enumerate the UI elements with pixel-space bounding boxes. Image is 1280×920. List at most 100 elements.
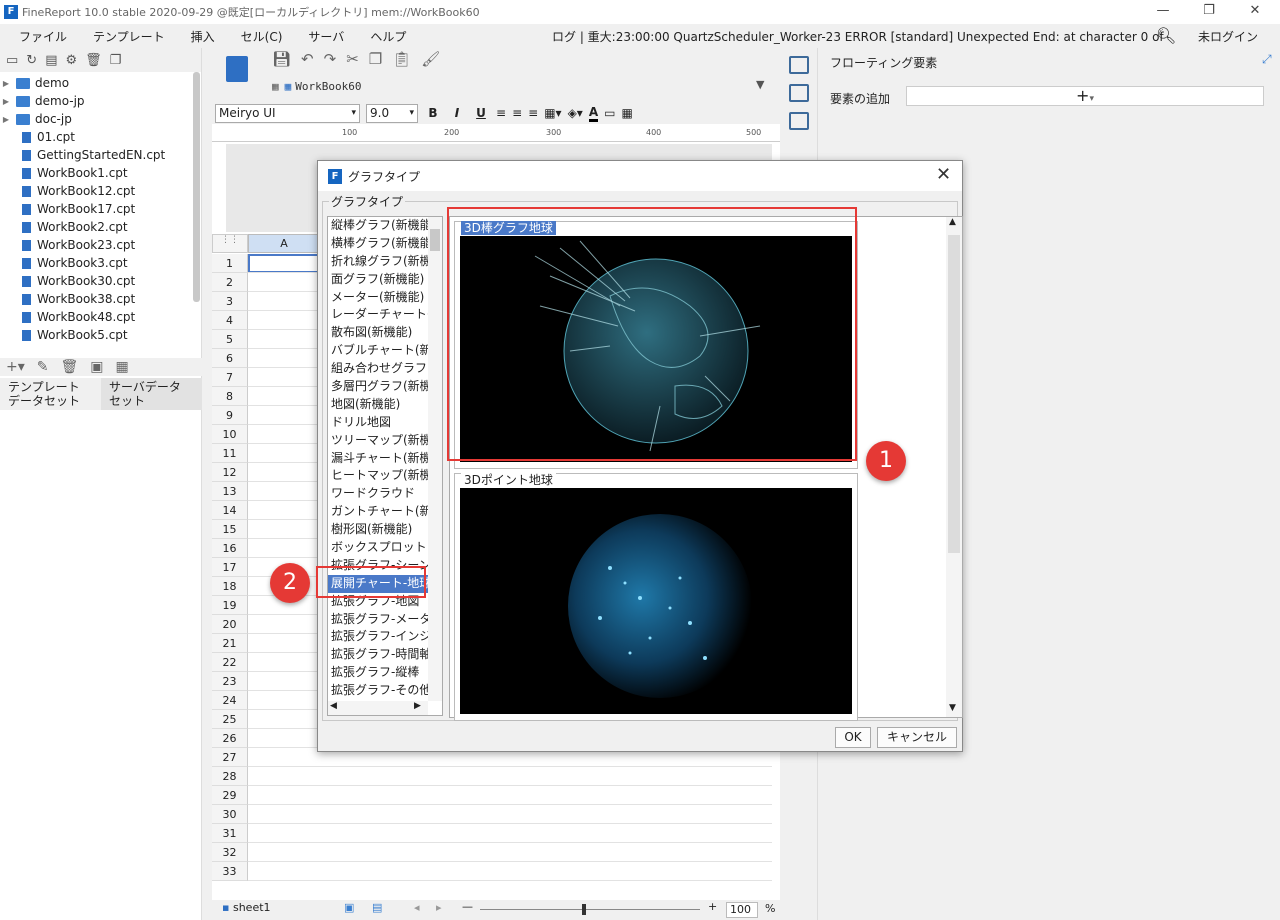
chart-type-item[interactable]: 拡張グラフ-インジケーター [328,628,428,646]
zoom-input[interactable]: 100 [726,902,758,918]
chart-type-item[interactable]: ツリーマップ(新機能) [328,432,428,450]
row-header[interactable]: 12 [212,463,248,482]
add-dataset-icon[interactable]: +▾ [6,359,25,375]
row-header[interactable]: 11 [212,444,248,463]
chart-type-item[interactable]: ヒートマップ(新機能) [328,467,428,485]
row-header[interactable]: 28 [212,767,248,786]
chart-type-item[interactable]: 拡張グラフ-時間軸 [328,646,428,664]
next-sheet-icon[interactable]: ▸ [436,901,442,914]
cell-attribute-icon[interactable] [788,56,809,74]
expand-arrow-icon[interactable]: ▶ [0,115,12,124]
tab-template-dataset[interactable]: テンプレート データセット [0,378,101,410]
row-header[interactable]: 26 [212,729,248,748]
fill-color-icon[interactable]: ◈▾ [568,106,583,120]
row-header[interactable]: 2 [212,273,248,292]
font-color-icon[interactable]: A [588,105,599,122]
row-header[interactable]: 29 [212,786,248,805]
tree-file[interactable]: WorkBook17.cpt [0,200,201,218]
tab-menu-icon[interactable]: ▼ [756,78,764,91]
zoom-slider-thumb[interactable] [582,904,586,915]
tree-file[interactable]: WorkBook30.cpt [0,272,201,290]
font-size-select[interactable]: 9.0 ▾ [366,103,418,123]
tree-file[interactable]: WorkBook48.cpt [0,308,201,326]
floating-element-icon[interactable] [788,112,809,130]
chart-type-item[interactable]: 縦棒グラフ(新機能) [328,217,428,235]
scroll-down-icon[interactable]: ▼ [949,703,956,713]
refresh-icon[interactable]: ↻ [26,53,37,68]
ok-button[interactable]: OK [835,727,871,748]
minimize-button[interactable]: — [1140,0,1186,24]
row-header[interactable]: 10 [212,425,248,444]
row-header[interactable]: 7 [212,368,248,387]
row-header[interactable]: 1 [212,254,248,273]
workbook-tab[interactable]: ▦ ▦ WorkBook60 [272,74,361,98]
italic-button[interactable]: I [448,106,466,120]
zoom-out-icon[interactable]: — [462,900,473,913]
chart-type-item[interactable]: 横棒グラフ(新機能) [328,235,428,253]
border-icon[interactable]: ▦▾ [544,106,561,120]
row-header[interactable]: 20 [212,615,248,634]
row-header[interactable]: 21 [212,634,248,653]
row-header[interactable]: 3 [212,292,248,311]
menu-help[interactable]: ヘルプ [357,28,419,45]
bold-button[interactable]: B [424,106,442,120]
pin-icon[interactable]: ⤢ [1262,52,1272,67]
list-scrollbar-thumb[interactable] [430,229,440,251]
chart-type-item[interactable]: バブルチャート(新機能) [328,342,428,360]
expand-arrow-icon[interactable]: ▶ [0,97,12,106]
edit-icon[interactable]: ✎ [37,359,49,375]
tree-file[interactable]: WorkBook3.cpt [0,254,201,272]
row-header[interactable]: 30 [212,805,248,824]
undo-icon[interactable]: ↶ [301,50,314,68]
preview-scrollbar[interactable]: ▲ ▼ [946,217,962,717]
row-header[interactable]: 19 [212,596,248,615]
align-right-icon[interactable]: ≡ [528,106,538,120]
delete-dataset-icon[interactable]: 🗑︎ [61,359,79,375]
chart-type-item[interactable]: 散布図(新機能) [328,324,428,342]
row-header[interactable]: 16 [212,539,248,558]
tree-file[interactable]: WorkBook5.cpt [0,326,201,344]
tree-folder[interactable]: ▶ demo [0,74,201,92]
copy-toolbar-icon[interactable]: ❐ [369,50,382,68]
row-header[interactable]: 9 [212,406,248,425]
row-header[interactable]: 15 [212,520,248,539]
chart-type-item[interactable]: 多層円グラフ(新機能) [328,378,428,396]
chart-type-item[interactable]: 拡張グラフ-縦棒 [328,664,428,682]
column-header-a[interactable]: A [248,234,320,253]
zoom-slider[interactable] [480,909,700,910]
tree-file[interactable]: WorkBook2.cpt [0,218,201,236]
selected-cell[interactable] [248,254,320,273]
menu-server[interactable]: サーバ [295,28,357,45]
chart-type-item[interactable]: ガントチャート(新機能) [328,503,428,521]
chart-type-item[interactable]: 折れ線グラフ(新機能) [328,253,428,271]
row-header[interactable]: 4 [212,311,248,330]
row-header[interactable]: 31 [212,824,248,843]
row-header[interactable]: 18 [212,577,248,596]
tree-file[interactable]: WorkBook38.cpt [0,290,201,308]
copy-icon[interactable]: ❐ [110,53,122,68]
split-icon[interactable]: ▦ [621,106,632,120]
underline-button[interactable]: U [472,106,490,120]
chart-type-item[interactable]: ボックスプロット [328,539,428,557]
scroll-left-icon[interactable]: ◀ [330,701,337,711]
search-icon[interactable]: 🔍︎ [1156,26,1176,45]
chart-type-item[interactable]: 拡張グラフ-その他 [328,682,428,700]
dataset-settings-icon[interactable]: ▦ [116,359,129,375]
close-icon[interactable]: ✕ [936,164,951,185]
open-icon[interactable]: ▤ [45,53,57,68]
tree-file[interactable]: WorkBook12.cpt [0,182,201,200]
preview-card[interactable]: 3Dポイント地球 [454,473,858,721]
cancel-button[interactable]: キャンセル [877,727,957,748]
login-link[interactable]: 未ログイン [1198,28,1258,45]
menu-cell[interactable]: セル(C) [228,28,296,45]
add-sheet-icon[interactable]: ▣ [344,901,354,914]
preview-scrollbar-thumb[interactable] [948,235,960,553]
row-header[interactable]: 24 [212,691,248,710]
delete-icon[interactable]: 🗑︎ [85,53,102,68]
chart-type-item[interactable]: 拡張グラフ-メーター [328,611,428,629]
chart-type-item[interactable]: ワードクラウド [328,485,428,503]
align-left-icon[interactable]: ≡ [496,106,506,120]
row-header[interactable]: 8 [212,387,248,406]
chart-type-item[interactable]: 樹形図(新機能) [328,521,428,539]
menu-file[interactable]: ファイル [6,28,80,45]
